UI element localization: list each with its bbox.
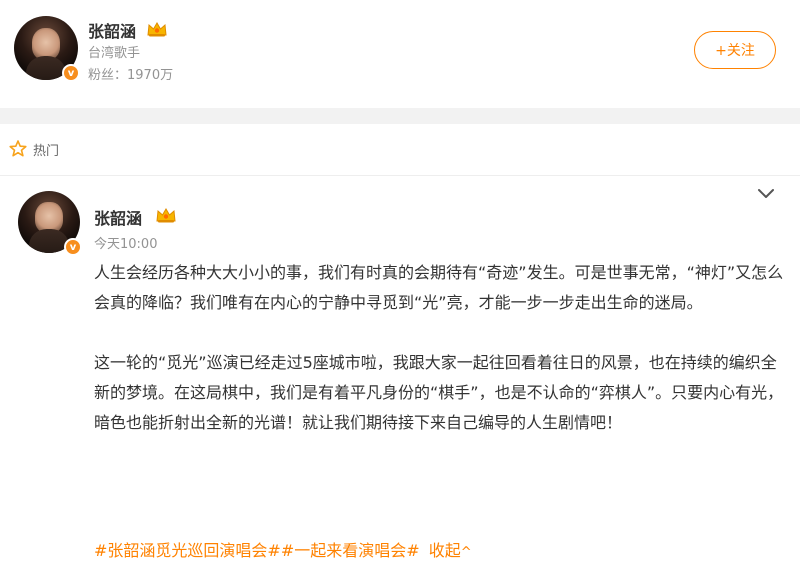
- collapse-label: 收起: [428, 541, 461, 560]
- section-label: 热门: [33, 144, 60, 159]
- chevron-down-icon[interactable]: [756, 186, 776, 202]
- hashtag-link[interactable]: #张韶涵觅光巡回演唱会#: [94, 541, 281, 560]
- profile-card: v 张韶涵 台湾歌手 粉丝：1970万 +关注: [0, 0, 800, 108]
- hashtag-link[interactable]: #一起来看演唱会#: [281, 541, 420, 560]
- verified-badge-icon: v: [64, 238, 82, 256]
- collapse-link[interactable]: 收起^: [429, 541, 472, 560]
- follow-button[interactable]: +关注: [694, 31, 776, 69]
- profile-bio: 台湾歌手: [88, 46, 141, 61]
- post-timestamp[interactable]: 今天10:00: [94, 233, 157, 252]
- hashtag-row: #张韶涵觅光巡回演唱会##一起来看演唱会# 收起^: [94, 540, 472, 564]
- section-divider: [0, 108, 800, 124]
- post-paragraph: 人生会经历各种大大小小的事，我们有时真的会期待有“奇迹”发生。可是世事无常，“神…: [94, 263, 784, 312]
- post-paragraph: 这一轮的“觅光”巡演已经走过5座城市啦，我跟大家一起往回看着往日的风景，也在持续…: [94, 353, 784, 432]
- post-body: 人生会经历各种大大小小的事，我们有时真的会期待有“奇迹”发生。可是世事无常，“神…: [94, 258, 784, 468]
- crown-icon: [156, 208, 176, 223]
- profile-name[interactable]: 张韶涵: [88, 18, 136, 42]
- crown-icon: [147, 22, 167, 37]
- fans-count: 粉丝：1970万: [88, 68, 174, 83]
- verified-badge-icon: v: [62, 64, 80, 82]
- section-header: [0, 124, 800, 176]
- star-icon: [9, 140, 27, 157]
- post-author[interactable]: 张韶涵: [94, 205, 142, 229]
